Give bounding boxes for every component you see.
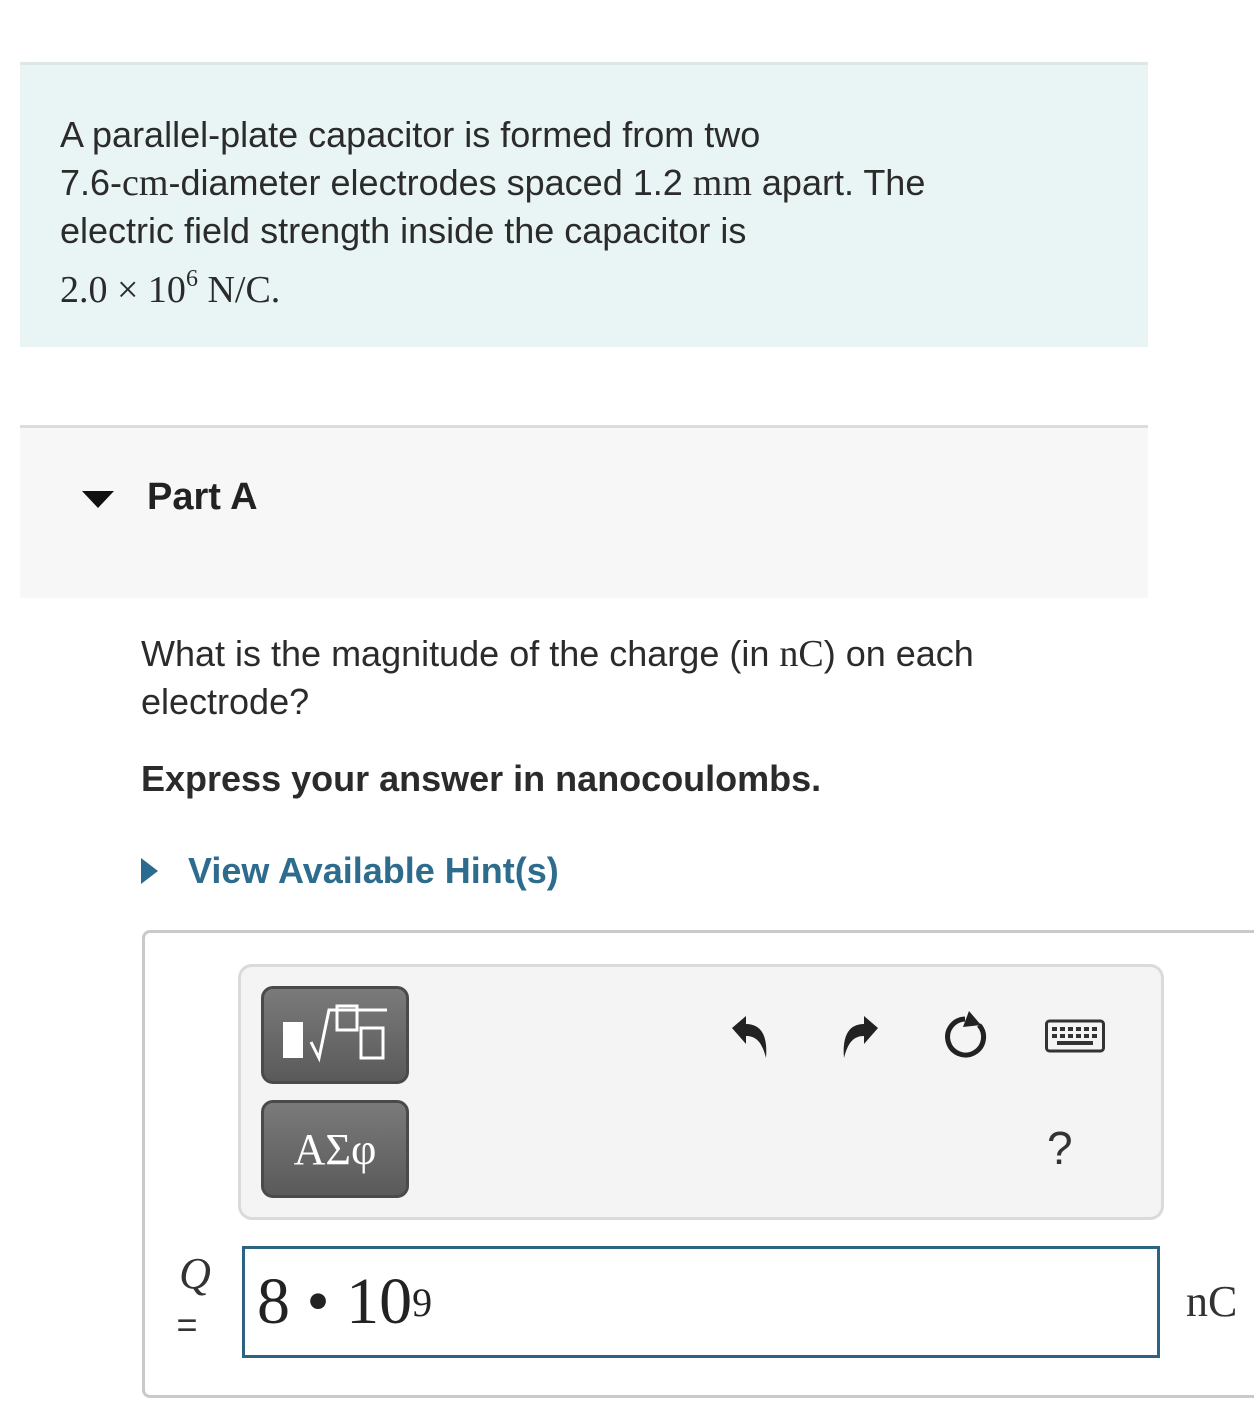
diameter-unit: cm bbox=[122, 162, 169, 204]
answer-input[interactable]: 8 • 10 9 bbox=[242, 1246, 1160, 1358]
problem-line-2: 7.6-cm-diameter electrodes spaced 1.2 mm… bbox=[60, 159, 1108, 207]
answer-value-base: 8 • 10 bbox=[257, 1265, 413, 1338]
hint-toggle[interactable]: View Available Hint(s) bbox=[141, 846, 559, 896]
answer-instruction: Express your answer in nanocoulombs. bbox=[141, 758, 822, 799]
undo-icon bbox=[732, 1016, 767, 1058]
part-a-header[interactable]: Part A bbox=[20, 425, 1148, 598]
question-text: What is the magnitude of the charge (in … bbox=[141, 630, 1121, 726]
problem-line-1: A parallel-plate capacitor is formed fro… bbox=[60, 114, 761, 155]
reset-button[interactable] bbox=[933, 1005, 997, 1069]
answer-variable: Q bbox=[179, 1249, 211, 1298]
question-text-before: What is the magnitude of the charge (in bbox=[141, 633, 780, 674]
help-button[interactable]: ? bbox=[1047, 1121, 1073, 1175]
answer-value-exponent: 9 bbox=[412, 1279, 433, 1325]
problem-statement: A parallel-plate capacitor is formed fro… bbox=[20, 62, 1148, 347]
field-strength-value: 2.0 × 106 N/C. bbox=[60, 255, 1108, 314]
view-hints-link[interactable]: View Available Hint(s) bbox=[188, 850, 559, 892]
field-unit: N/C. bbox=[197, 269, 281, 311]
templates-button[interactable] bbox=[261, 986, 409, 1084]
spacing-unit: mm bbox=[692, 162, 752, 204]
redo-button[interactable] bbox=[831, 1005, 895, 1069]
equals-sign: = bbox=[176, 1304, 198, 1345]
problem-line-2-text: -diameter electrodes spaced 1.2 bbox=[168, 162, 693, 203]
reset-icon bbox=[945, 1011, 987, 1058]
fraction-root-icon bbox=[283, 1004, 387, 1063]
field-mantissa: 2.0 × 10 bbox=[60, 269, 186, 311]
question-unit: nC bbox=[779, 633, 824, 675]
keyboard-icon bbox=[1045, 1019, 1105, 1053]
greek-symbols-button[interactable]: ΑΣφ bbox=[261, 1100, 409, 1198]
math-toolbar: ΑΣφ ? bbox=[238, 964, 1164, 1220]
triangle-down-icon[interactable] bbox=[82, 491, 114, 508]
field-exponent: 6 bbox=[185, 266, 198, 292]
redo-icon bbox=[843, 1016, 878, 1058]
undo-button[interactable] bbox=[715, 1005, 779, 1069]
problem-line-2-end: apart. The bbox=[751, 162, 926, 203]
keyboard-button[interactable] bbox=[1043, 1005, 1107, 1069]
answer-unit: nC bbox=[1186, 1277, 1238, 1326]
part-title: Part A bbox=[147, 476, 258, 518]
triangle-right-icon[interactable] bbox=[141, 858, 158, 884]
diameter-value: 7.6- bbox=[60, 162, 123, 203]
problem-line-3: electric field strength inside the capac… bbox=[60, 210, 747, 251]
